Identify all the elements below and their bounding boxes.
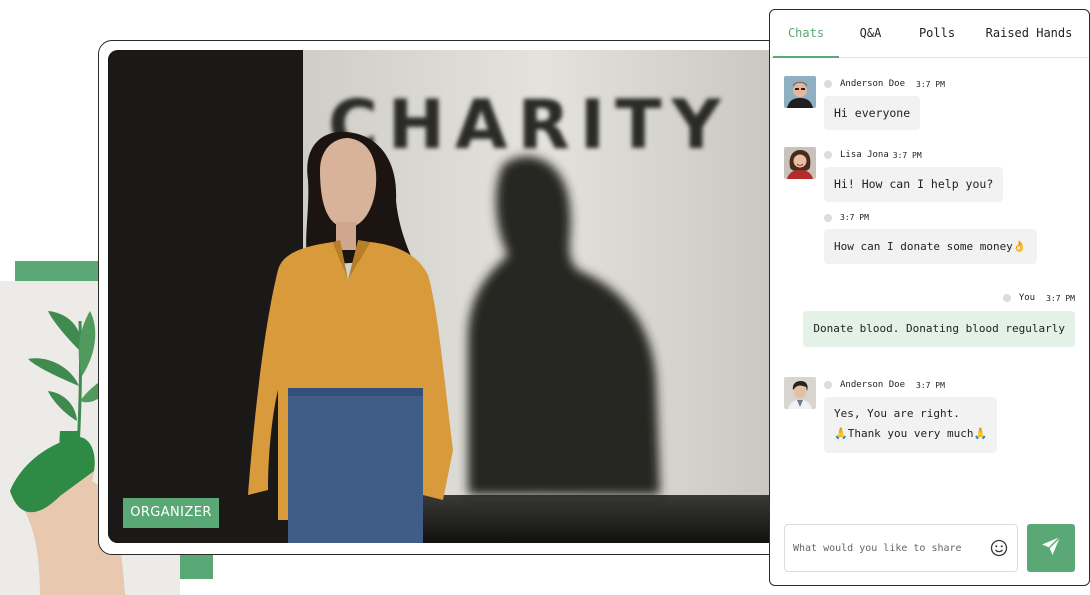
message-text: Hi everyone [834,106,911,120]
message-text: 🙏Thank you very much🙏 [834,427,988,440]
tab-polls[interactable]: Polls [910,10,964,58]
message-sender: Anderson Doe [840,79,906,89]
avatar [784,76,816,108]
message-meta: You 3:7 PM [1002,293,1075,303]
message-meta: Lisa Jona 3:7 PM [824,150,922,160]
message-text: Yes, You are right. [834,407,960,420]
send-icon [1040,535,1062,561]
chat-panel: Chats Q&A Polls Raised Hands Anderson Do… [769,9,1090,586]
message-meta: Anderson Doe 3:7 PM [824,79,945,89]
message-sender: Anderson Doe [840,380,906,390]
status-dot [824,381,832,389]
message-time: 3:7 PM [892,150,922,160]
message-sender: You [1018,293,1036,303]
send-button[interactable] [1027,524,1075,572]
wall-sign-text: CHARITY [328,86,731,165]
organizer-badge: ORGANIZER [123,498,219,528]
tab-raised-hands[interactable]: Raised Hands [982,10,1076,58]
message-bubble: How can I donate some money👌 [824,229,1037,264]
tab-chats[interactable]: Chats [773,10,839,58]
avatar [784,147,816,179]
chat-tabs: Chats Q&A Polls Raised Hands [770,10,1089,58]
message-bubble: Hi everyone [824,96,921,130]
message-time: 3:7 PM [916,79,945,89]
video-stream[interactable]: CHARITY [108,50,778,543]
message-text: Donate blood. Donating blood regularly [813,322,1065,335]
message-text: Hi! How can I help you? [834,177,994,191]
status-dot [824,151,832,159]
status-dot [824,80,832,88]
message-time: 3:7 PM [840,213,869,222]
message-time: 3:7 PM [1046,293,1075,303]
message-bubble-own: Donate blood. Donating blood regularly [803,311,1075,347]
smiley-icon[interactable] [990,539,1008,557]
decorative-green-square [180,555,213,579]
message-time: 3:7 PM [916,380,945,390]
message-bubble: Yes, You are right. 🙏Thank you very much… [824,397,998,453]
status-dot [824,213,832,222]
message-meta: 3:7 PM [824,213,869,222]
message-meta: Anderson Doe 3:7 PM [824,380,945,390]
message-bubble: Hi! How can I help you? [824,167,1004,202]
message-composer [784,524,1018,572]
status-dot [1002,294,1011,302]
avatar [784,377,816,409]
tab-qa[interactable]: Q&A [848,10,893,58]
message-text: How can I donate some money👌 [834,240,1027,253]
message-input[interactable] [785,525,985,571]
message-sender: Lisa Jona [840,150,889,160]
decorative-green-bar [15,261,105,281]
